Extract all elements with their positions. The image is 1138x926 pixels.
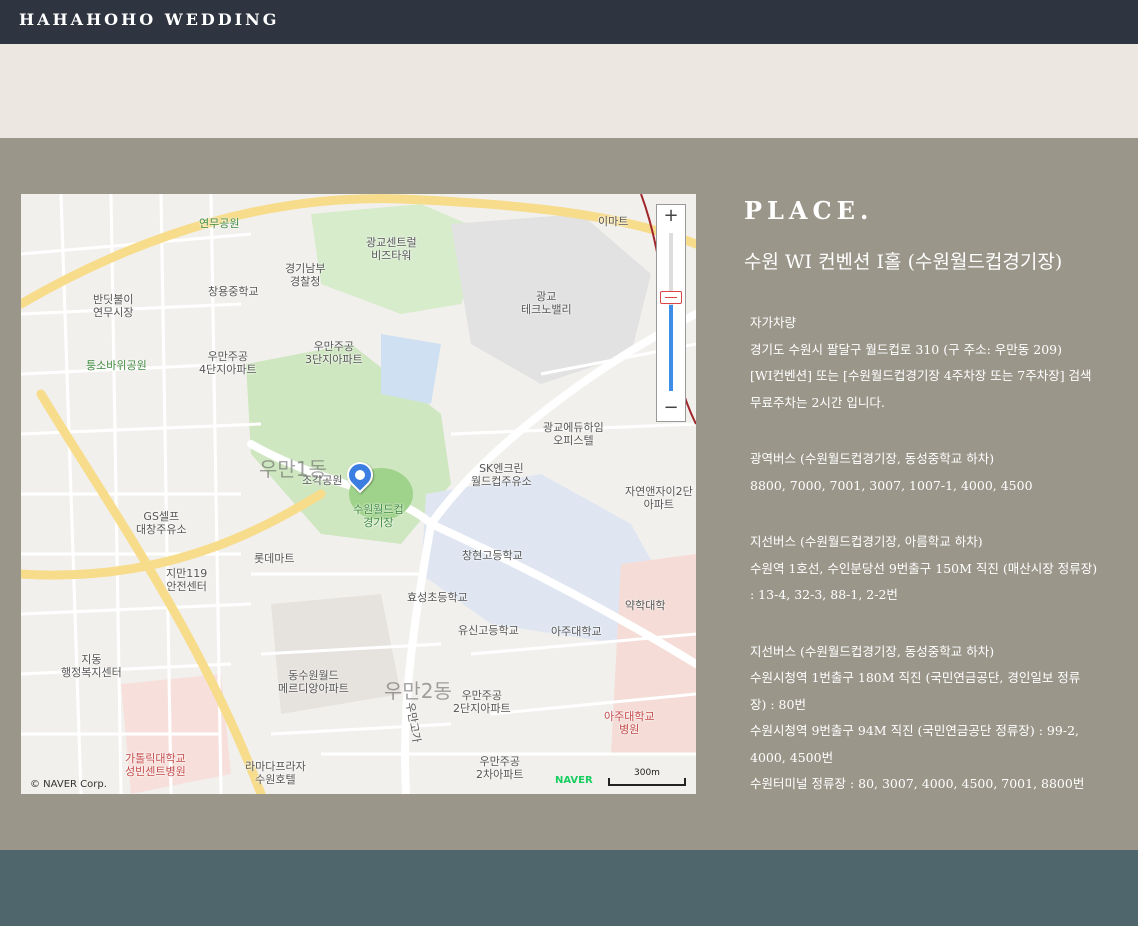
map-canvas[interactable]: [21, 194, 696, 794]
directions-line: 수원터미널 정류장 : 80, 3007, 4000, 4500, 7001, …: [750, 776, 1085, 791]
map-label[interactable]: 동수원월드 메르디앙아파트: [278, 669, 349, 695]
map-label[interactable]: 광교에듀하임 오피스텔: [543, 421, 604, 447]
map-label[interactable]: 약학대학: [625, 599, 665, 612]
zoom-handle[interactable]: [660, 291, 682, 304]
map-label[interactable]: 광교 테크노밸리: [521, 290, 572, 316]
footer-band: [0, 850, 1138, 926]
top-bar: HAHAHOHO WEDDING: [0, 0, 1138, 44]
zoom-control[interactable]: + −: [656, 204, 686, 422]
map-label[interactable]: 지만119 안전센터: [166, 567, 207, 593]
directions-line: 수원시청역 1번출구 180M 직진 (국민연금공단, 경인일보 정류: [750, 670, 1081, 685]
brand-title[interactable]: HAHAHOHO WEDDING: [19, 10, 279, 29]
directions-group-car: 자가차량 경기도 수원시 팔달구 월드컵로 310 (구 주소: 우만동 209…: [750, 310, 1104, 416]
directions-line: 지선버스 (수원월드컵경기장, 아름학교 하차): [750, 534, 983, 549]
directions-line: 8800, 7000, 7001, 3007, 1007-1, 4000, 45…: [750, 477, 1033, 493]
map-label[interactable]: 창용중학교: [208, 285, 259, 298]
map-label[interactable]: GS셀프 대창주유소: [136, 510, 187, 536]
map-label[interactable]: 유신고등학교: [458, 624, 519, 637]
directions-list: 자가차량 경기도 수원시 팔달구 월드컵로 310 (구 주소: 우만동 209…: [744, 310, 1104, 798]
map-label[interactable]: 우만주공 4단지아파트: [199, 350, 257, 376]
directions-group-local-bus-1: 지선버스 (수원월드컵경기장, 아름학교 하차) 수원역 1호선, 수인분당선 …: [750, 529, 1104, 609]
map-label[interactable]: 라마다프라자 수원호텔: [245, 760, 306, 786]
map-scale-label: 300m: [634, 768, 660, 778]
map-label[interactable]: 자연앤자이2단 아파트: [625, 485, 693, 511]
map-label[interactable]: 효성초등학교: [407, 591, 468, 604]
map-copyright: © NAVER Corp.: [30, 779, 107, 790]
zoom-out-button[interactable]: −: [657, 397, 685, 419]
map-label[interactable]: 아주대학교: [551, 625, 602, 638]
directions-group-express-bus: 광역버스 (수원월드컵경기장, 동성중학교 하차) 8800, 7000, 70…: [750, 446, 1104, 499]
map-label[interactable]: 우만주공 2차아파트: [476, 755, 523, 781]
naver-logo[interactable]: NAVER: [555, 775, 593, 786]
directions-line: 자가차량: [750, 315, 797, 330]
directions-group-local-bus-2: 지선버스 (수원월드컵경기장, 동성중학교 하차) 수원시청역 1번출구 180…: [750, 639, 1104, 798]
map-label[interactable]: 광교센트럴 비즈타워: [366, 236, 417, 262]
map-label[interactable]: 창현고등학교: [462, 549, 523, 562]
directions-line: 무료주차는 2시간 입니다.: [750, 394, 885, 410]
map-label[interactable]: 우만주공 3단지아파트: [305, 340, 363, 366]
directions-line: [WI컨벤션] 또는 [수원월드컵경기장 4주차장 또는 7주차장] 검색: [750, 368, 1092, 383]
zoom-in-button[interactable]: +: [657, 205, 685, 227]
map-label[interactable]: SK엔크린 월드컵주유소: [471, 462, 532, 488]
directions-line: 장) : 80번: [750, 696, 806, 712]
map-label[interactable]: 가톨릭대학교 성빈센트병원: [125, 752, 186, 778]
district-label: 우만1동: [259, 457, 327, 481]
pond: [381, 334, 441, 404]
map-scale: 300m: [608, 768, 686, 786]
place-info: PLACE. 수원 WI 컨벤션 I홀 (수원월드컵경기장) 자가차량 경기도 …: [744, 196, 1104, 828]
directions-line: 수원역 1호선, 수인분당선 9번출구 150M 직진 (매산시장 정류장): [750, 560, 1098, 576]
place-heading: PLACE.: [744, 196, 874, 225]
district-label: 우만2동: [384, 679, 452, 703]
map-label[interactable]: 우만주공 2단지아파트: [453, 689, 511, 715]
map-label[interactable]: 이마트: [598, 215, 628, 228]
directions-line: 4000, 4500번: [750, 749, 834, 765]
map-label[interactable]: 롯데마트: [254, 552, 294, 565]
cream-band: [0, 44, 1138, 138]
map-label[interactable]: 수원월드컵 경기장: [353, 503, 404, 529]
directions-line: 지선버스 (수원월드컵경기장, 동성중학교 하차): [750, 643, 995, 659]
directions-line: 수원시청역 9번출구 94M 직진 (국민연금공단 정류장) : 99-2,: [750, 723, 1079, 738]
directions-line: : 13-4, 32-3, 88-1, 2-2번: [750, 587, 898, 602]
map-label[interactable]: 퉁소바위공원: [86, 359, 147, 372]
directions-line: 경기도 수원시 팔달구 월드컵로 310 (구 주소: 우만동 209): [750, 341, 1062, 357]
map-label[interactable]: 경기남부 경찰청: [285, 262, 325, 288]
venue-name: 수원 WI 컨벤션 I홀 (수원월드컵경기장): [744, 251, 1063, 273]
apartment-area: [271, 594, 401, 714]
map-label[interactable]: 지동 행정복지센터: [61, 653, 122, 679]
map-label[interactable]: 연무공원: [199, 217, 239, 230]
map-label[interactable]: 반딧불이 연무시장: [93, 293, 133, 319]
map-view[interactable]: 연무공원 광교센트럴 비즈타워 이마트 경기남부 경찰청 창용중학교 반딧불이 …: [21, 194, 696, 794]
map-label[interactable]: 아주대학교 병원: [604, 710, 655, 736]
directions-line: 광역버스 (수원월드컵경기장, 동성중학교 하차): [750, 451, 995, 466]
zoom-level-fill: [669, 305, 673, 391]
